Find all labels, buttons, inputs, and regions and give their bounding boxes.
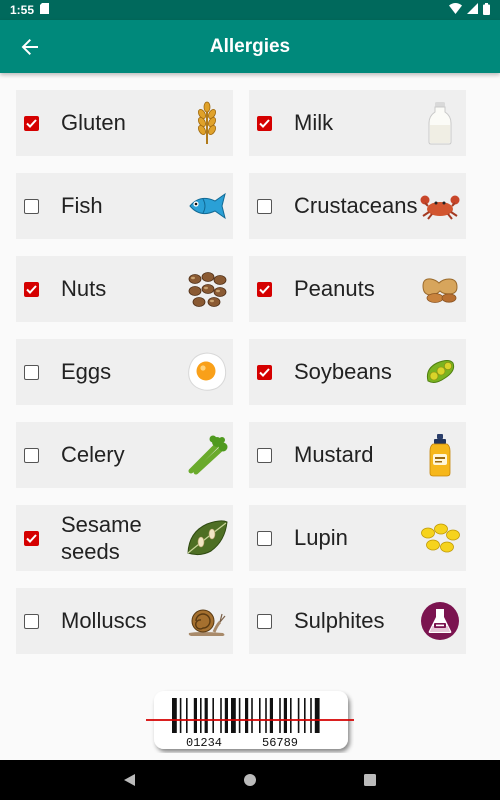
allergen-checkbox[interactable] — [24, 115, 39, 131]
wheat-icon — [185, 101, 229, 145]
allergen-checkbox[interactable] — [257, 115, 272, 131]
allergen-item-nuts[interactable]: Nuts — [16, 256, 233, 322]
allergen-checkbox[interactable] — [257, 364, 272, 380]
nav-home-button[interactable] — [235, 765, 265, 795]
arrow-left-icon — [21, 38, 38, 55]
wifi-icon — [449, 3, 462, 17]
sulphites-flask-icon — [418, 599, 462, 643]
allergen-label: Fish — [61, 193, 103, 219]
allergen-label: Gluten — [61, 110, 126, 136]
nuts-icon — [185, 267, 229, 311]
app-bar: Allergies — [0, 20, 500, 73]
circle-home-icon — [244, 774, 256, 786]
nav-back-button[interactable] — [115, 765, 145, 795]
allergen-label: Celery — [61, 442, 125, 468]
page-title: Allergies — [209, 35, 291, 57]
allergen-checkbox[interactable] — [257, 198, 272, 214]
allergen-item-eggs[interactable]: Eggs — [16, 339, 233, 405]
scan-barcode-button[interactable]: 01234 56789 — [146, 689, 354, 753]
allergen-checkbox[interactable] — [257, 530, 272, 546]
allergen-item-gluten[interactable]: Gluten — [16, 90, 233, 156]
allergen-checkbox[interactable] — [24, 613, 39, 629]
square-recents-icon — [364, 774, 376, 786]
allergen-label: Peanuts — [294, 276, 375, 302]
soybean-icon — [418, 350, 462, 394]
allergen-checkbox[interactable] — [24, 364, 39, 380]
allergen-item-celery[interactable]: Celery — [16, 422, 233, 488]
status-time: 1:55 — [10, 3, 35, 17]
celery-icon — [185, 433, 229, 477]
allergen-checkbox[interactable] — [24, 281, 39, 297]
allergen-checkbox[interactable] — [257, 281, 272, 297]
allergen-item-soybeans[interactable]: Soybeans — [249, 339, 466, 405]
barcode-icon: 01234 56789 — [146, 691, 354, 750]
status-bar: 1:55 — [0, 0, 500, 20]
allergen-label: Molluscs — [61, 608, 147, 634]
triangle-back-icon — [124, 774, 135, 786]
barcode-left-digits: 01234 — [186, 736, 222, 750]
crab-icon — [418, 184, 462, 228]
allergen-checkbox[interactable] — [24, 530, 39, 546]
allergen-item-sulphites[interactable]: Sulphites — [249, 588, 466, 654]
allergen-label: Mustard — [294, 442, 374, 468]
allergen-grid: Gluten Milk Fish Crustaceans Nuts Peanuts Eggs… — [16, 90, 484, 654]
allergen-label: Crustaceans — [294, 193, 418, 219]
nav-recents-button[interactable] — [355, 765, 385, 795]
lupin-beans-icon — [418, 516, 462, 560]
fish-icon — [185, 184, 229, 228]
allergen-item-sesame-seeds[interactable]: Sesame seeds — [16, 505, 233, 571]
allergen-checkbox[interactable] — [257, 613, 272, 629]
allergen-item-crustaceans[interactable]: Crustaceans — [249, 173, 466, 239]
allergen-item-mustard[interactable]: Mustard — [249, 422, 466, 488]
battery-icon — [483, 2, 490, 18]
allergen-item-lupin[interactable]: Lupin — [249, 505, 466, 571]
allergen-item-fish[interactable]: Fish — [16, 173, 233, 239]
allergen-label: Milk — [294, 110, 334, 136]
sd-card-icon — [40, 3, 50, 17]
milk-bottle-icon — [418, 101, 462, 145]
allergen-item-molluscs[interactable]: Molluscs — [16, 588, 233, 654]
snail-icon — [185, 599, 229, 643]
allergen-label: Sesame seeds — [61, 511, 142, 565]
system-nav-bar — [0, 760, 500, 800]
allergen-checkbox[interactable] — [24, 447, 39, 463]
sesame-leaf-icon — [185, 516, 229, 560]
allergen-item-milk[interactable]: Milk — [249, 90, 466, 156]
allergen-item-peanuts[interactable]: Peanuts — [249, 256, 466, 322]
allergen-checkbox[interactable] — [257, 447, 272, 463]
back-button[interactable] — [0, 20, 60, 73]
allergen-checkbox[interactable] — [24, 198, 39, 214]
cell-signal-icon — [467, 3, 478, 17]
allergen-label: Sulphites — [294, 608, 385, 634]
allergen-label: Lupin — [294, 525, 348, 551]
allergen-label: Eggs — [61, 359, 112, 385]
peanut-icon — [418, 267, 462, 311]
fried-egg-icon — [185, 350, 229, 394]
allergen-label: Nuts — [61, 276, 107, 302]
barcode-right-digits: 56789 — [262, 736, 298, 750]
mustard-bottle-icon — [418, 433, 462, 477]
allergen-label: Soybeans — [294, 359, 392, 385]
